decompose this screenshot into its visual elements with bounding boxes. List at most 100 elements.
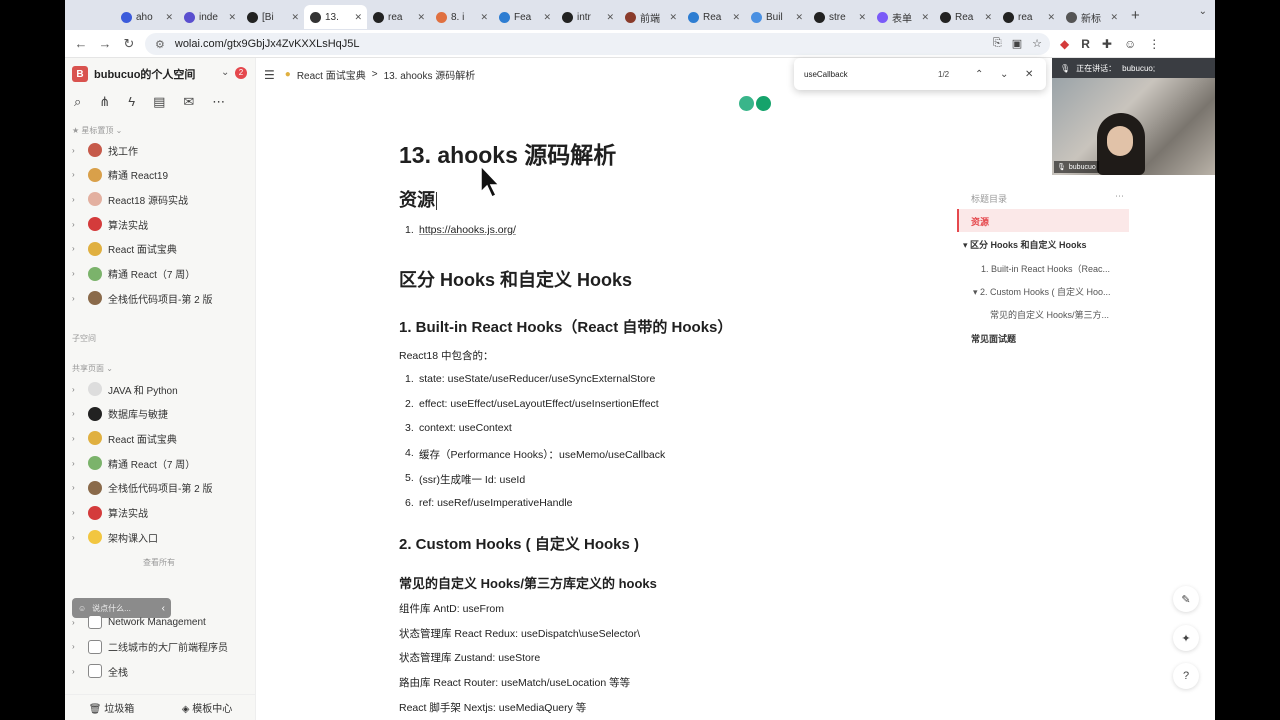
lightbulb-icon[interactable] [739, 96, 754, 111]
toc-item[interactable]: 常见的自定义 Hooks/第三方... [990, 308, 1109, 321]
video-call-overlay[interactable]: 🎙 正在讲话： bubucuo; 🎙 bubucuo [1052, 58, 1215, 175]
browser-tab[interactable]: 13. ✕ [304, 5, 367, 29]
browser-tab[interactable]: inde ✕ [178, 5, 241, 29]
chevron-right-icon[interactable]: › [72, 220, 84, 229]
chevron-right-icon[interactable]: › [72, 269, 84, 278]
chevron-right-icon[interactable]: › [72, 294, 84, 303]
browser-tab[interactable]: 前端 ✕ [619, 5, 682, 29]
sidebar-shared-item[interactable]: › 算法实战 [72, 503, 252, 523]
tab-close-icon[interactable]: ✕ [732, 12, 740, 23]
tab-close-icon[interactable]: ✕ [165, 12, 173, 23]
extension-red-icon[interactable]: ◆ [1060, 37, 1069, 51]
tab-close-icon[interactable]: ✕ [291, 12, 299, 23]
sidebar-shared-item[interactable]: › JAVA 和 Python [72, 379, 252, 399]
chevron-down-icon[interactable]: ⌄ [221, 67, 229, 78]
list-item[interactable]: 1. state: useState/useReducer/useSyncExte… [405, 373, 655, 385]
browser-tab[interactable]: 8. i ✕ [430, 5, 493, 29]
starred-section-label[interactable]: ★ 星标置顶 ⌄ [72, 125, 122, 136]
chevron-right-icon[interactable]: › [72, 195, 84, 204]
find-close-icon[interactable]: ✕ [1025, 69, 1033, 80]
find-prev-icon[interactable]: ⌃ [975, 69, 983, 80]
toc-item[interactable]: 常见面试题 [971, 332, 1016, 345]
forward-button[interactable]: → [93, 36, 117, 51]
tab-close-icon[interactable]: ✕ [921, 12, 929, 23]
menu-icon[interactable]: ☰ [264, 68, 275, 82]
browser-tab[interactable]: Fea ✕ [493, 5, 556, 29]
help-icon[interactable]: ? [1173, 663, 1199, 689]
sidebar-starred-item[interactable]: › 精通 React19 [72, 165, 252, 185]
more-menu-icon[interactable]: ⋮ [1148, 37, 1160, 51]
tab-close-icon[interactable]: ✕ [858, 12, 866, 23]
sidebar-starred-item[interactable]: › React 面试宝典 [72, 239, 252, 259]
chevron-right-icon[interactable]: › [72, 244, 84, 253]
paragraph[interactable]: React 脚手架 Nextjs: useMediaQuery 等 [399, 700, 586, 715]
lightning-icon[interactable]: ϟ [128, 94, 135, 110]
extensions-puzzle-icon[interactable]: ✚ [1102, 37, 1112, 51]
find-input[interactable]: useCallback [804, 70, 848, 79]
builtin-heading[interactable]: 1. Built-in React Hooks（React 自带的 Hooks） [399, 316, 732, 337]
sidebar-shared-item[interactable]: › 精通 React（7 周） [72, 453, 252, 473]
paragraph[interactable]: 状态管理库 Zustand: useStore [399, 650, 540, 665]
site-info-icon[interactable]: ⚙ [155, 38, 165, 51]
ai-icon[interactable]: ✦ [1173, 625, 1199, 651]
sidebar-shared-item[interactable]: › 数据库与敏捷 [72, 404, 252, 424]
browser-tab[interactable]: Rea ✕ [682, 5, 745, 29]
breadcrumb-current[interactable]: 13. ahooks 源码解析 [384, 67, 476, 82]
address-bar[interactable]: ⚙ wolai.com/gtx9GbjJx4ZvKXXLsHqJ5L ⎘ ▣ ☆ [145, 33, 1050, 55]
paragraph[interactable]: 组件库 AntD: useFrom [399, 601, 504, 616]
list-item[interactable]: 5. (ssr)生成唯一 Id: useId [405, 472, 525, 487]
graph-icon[interactable]: ⋔ [99, 94, 110, 110]
edit-icon[interactable]: ✎ [1173, 586, 1199, 612]
tab-close-icon[interactable]: ✕ [417, 12, 425, 23]
sidebar-other-item[interactable]: › Network Management [72, 612, 252, 632]
sidebar-starred-item[interactable]: › 算法实战 [72, 214, 252, 234]
toc-item[interactable]: ▾ 区分 Hooks 和自定义 Hooks [963, 238, 1087, 251]
paragraph[interactable]: 路由库 React Router: useMatch/useLocation 等… [399, 675, 630, 690]
resources-heading[interactable]: 资源 [399, 186, 437, 212]
sidebar-other-item[interactable]: › 二线城市的大厂前端程序员 [72, 637, 252, 657]
see-all-link[interactable]: 查看所有 [143, 557, 175, 568]
chevron-right-icon[interactable]: › [72, 533, 84, 542]
sidebar-starred-item[interactable]: › 全栈低代码项目-第 2 版 [72, 288, 252, 308]
back-button[interactable]: ← [69, 36, 93, 51]
browser-tab[interactable]: stre ✕ [808, 5, 871, 29]
inbox-icon[interactable]: ✉ [183, 94, 194, 110]
tab-close-icon[interactable]: ✕ [669, 12, 677, 23]
profile-avatar-icon[interactable]: ☺ [1124, 37, 1136, 51]
search-icon[interactable]: ⌕ [74, 94, 81, 110]
browser-tab[interactable]: Rea ✕ [934, 5, 997, 29]
chevron-right-icon[interactable]: › [72, 146, 84, 155]
tab-close-icon[interactable]: ✕ [984, 12, 992, 23]
notification-badge[interactable]: 2 [235, 67, 247, 79]
sidebar-shared-item[interactable]: › 架构课入口 [72, 527, 252, 547]
find-icon[interactable]: ▣ [1012, 37, 1022, 50]
tab-close-icon[interactable]: ✕ [1047, 12, 1055, 23]
browser-tab[interactable]: [Bi ✕ [241, 5, 304, 29]
tab-close-icon[interactable]: ✕ [795, 12, 803, 23]
custom-heading[interactable]: 2. Custom Hooks ( 自定义 Hooks ) [399, 533, 639, 554]
breadcrumb-parent[interactable]: React 面试宝典 [297, 67, 366, 82]
browser-tab[interactable]: 表单 ✕ [871, 5, 934, 29]
tab-close-icon[interactable]: ✕ [480, 12, 488, 23]
tab-close-icon[interactable]: ✕ [606, 12, 614, 23]
trash-button[interactable]: 🗑 垃圾箱 [89, 700, 134, 715]
chevron-right-icon[interactable]: › [72, 667, 84, 676]
new-tab-button[interactable]: + [1131, 7, 1140, 24]
toc-item[interactable]: ▾ 2. Custom Hooks ( 自定义 Hoo... [973, 285, 1111, 298]
tab-close-icon[interactable]: ✕ [228, 12, 236, 23]
chevron-right-icon[interactable]: › [72, 385, 84, 394]
chevron-right-icon[interactable]: › [72, 459, 84, 468]
browser-tab[interactable]: 新标 ✕ [1060, 5, 1123, 29]
browser-tab[interactable]: Buil ✕ [745, 5, 808, 29]
list-item[interactable]: 3. context: useContext [405, 422, 512, 434]
space-switcher[interactable]: B bubucuo的个人空间 [72, 66, 195, 82]
sidebar-shared-item[interactable]: › 全栈低代码项目-第 2 版 [72, 478, 252, 498]
sidebar-starred-item[interactable]: › 精通 React（7 周） [72, 264, 252, 284]
install-icon[interactable]: ⎘ [993, 37, 1002, 50]
chevron-right-icon[interactable]: › [72, 434, 84, 443]
subspace-section-label[interactable]: 子空间 [72, 333, 96, 344]
sidebar-starred-item[interactable]: › 找工作 [72, 140, 252, 160]
browser-tab[interactable]: intr ✕ [556, 5, 619, 29]
chevron-right-icon[interactable]: › [72, 483, 84, 492]
thirdparty-heading[interactable]: 常见的自定义 Hooks/第三方库定义的 hooks [399, 573, 657, 592]
